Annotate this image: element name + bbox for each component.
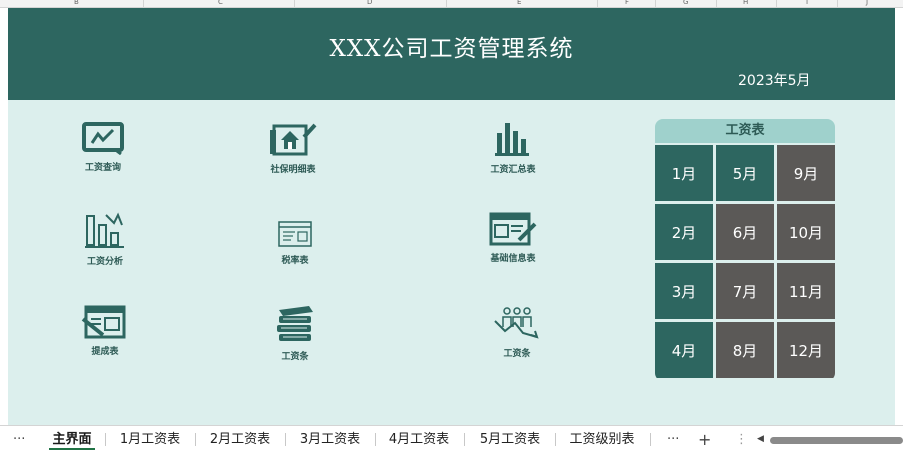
column-header-f[interactable]: F xyxy=(625,0,629,6)
house-document-icon xyxy=(270,123,317,156)
menu-salary-query[interactable]: 工资查询 xyxy=(43,121,163,173)
month-button-12[interactable]: 12月 xyxy=(777,322,835,378)
column-header-j[interactable]: J xyxy=(866,0,868,6)
menu-salary-summary[interactable]: 工资汇总表 xyxy=(453,121,573,175)
current-date: 2023年5月 xyxy=(738,73,811,89)
month-button-8[interactable]: 8月 xyxy=(716,322,774,378)
column-header-h[interactable]: H xyxy=(743,0,748,6)
menu-salary-slip-2-label: 工资条 xyxy=(503,349,531,359)
month-button-7[interactable]: 7月 xyxy=(716,263,774,319)
bar-chart-icon xyxy=(495,123,529,156)
tabs-more-right-button[interactable]: ··· xyxy=(667,426,679,452)
sheet-tab-bar: ··· 主界面 1月工资表 2月工资表 3月工资表 4月工资表 5月工资表 工资… xyxy=(0,425,903,452)
sheet-tab-apr[interactable]: 4月工资表 xyxy=(379,426,459,452)
browser-pen-icon xyxy=(81,305,126,339)
month-button-10[interactable]: 10月 xyxy=(777,204,835,260)
menu-commission[interactable]: 提成表 xyxy=(45,305,165,357)
tabs-more-left-button[interactable]: ··· xyxy=(13,426,25,452)
monitor-chart-icon xyxy=(82,122,124,155)
menu-tax-rate[interactable]: 税率表 xyxy=(235,220,355,266)
books-icon xyxy=(277,306,313,341)
sheet-tab-jan[interactable]: 1月工资表 xyxy=(110,426,190,452)
menu-social-security-label: 社保明细表 xyxy=(270,165,316,175)
month-button-5[interactable]: 5月 xyxy=(716,145,774,201)
window-edit-icon xyxy=(489,212,537,246)
team-growth-icon xyxy=(494,307,539,339)
menu-salary-analysis[interactable]: 工资分析 xyxy=(45,211,165,267)
menu-commission-label: 提成表 xyxy=(91,347,119,357)
salary-table-header: 工资表 xyxy=(655,119,835,143)
sheet-tab-may[interactable]: 5月工资表 xyxy=(470,426,550,452)
sheet-tab-main[interactable]: 主界面 xyxy=(41,426,103,452)
column-header-i[interactable]: I xyxy=(806,0,808,6)
month-button-3[interactable]: 3月 xyxy=(655,263,713,319)
menu-salary-slip-label: 工资条 xyxy=(281,352,309,362)
column-header-strip: B C D E F G H I J xyxy=(0,0,903,8)
dashboard-sheet: XXX公司工资管理系统 2023年5月 工资查询 社保明细表 工资汇总表 工资分… xyxy=(8,8,895,425)
header-banner: XXX公司工资管理系统 2023年5月 xyxy=(8,8,895,100)
column-header-e[interactable]: E xyxy=(517,0,521,6)
month-button-9[interactable]: 9月 xyxy=(777,145,835,201)
sheet-tab-mar[interactable]: 3月工资表 xyxy=(290,426,370,452)
spreadsheet-window: B C D E F G H I J XXX公司工资管理系统 2023年5月 工资… xyxy=(0,0,903,452)
column-header-b[interactable]: B xyxy=(74,0,79,6)
page-title: XXX公司工资管理系统 xyxy=(329,36,574,62)
month-button-4[interactable]: 4月 xyxy=(655,322,713,378)
menu-basic-info[interactable]: 基础信息表 xyxy=(453,212,573,264)
analysis-chart-icon xyxy=(85,212,124,248)
menu-salary-slip[interactable]: 工资条 xyxy=(235,304,355,362)
menu-salary-summary-label: 工资汇总表 xyxy=(490,165,536,175)
menu-salary-analysis-label: 工资分析 xyxy=(86,257,123,267)
scroll-left-icon[interactable]: ◀ xyxy=(757,426,764,452)
month-button-6[interactable]: 6月 xyxy=(716,204,774,260)
tab-splitter-handle[interactable]: ⋮ xyxy=(735,426,748,452)
browser-document-icon xyxy=(278,221,312,247)
month-button-1[interactable]: 1月 xyxy=(655,145,713,201)
column-header-d[interactable]: D xyxy=(367,0,372,6)
month-button-11[interactable]: 11月 xyxy=(777,263,835,319)
add-sheet-button[interactable]: + xyxy=(698,426,711,452)
menu-salary-query-label: 工资查询 xyxy=(84,163,121,173)
menu-salary-slip-2[interactable]: 工资条 xyxy=(457,305,577,359)
menu-tax-rate-label: 税率表 xyxy=(281,256,309,266)
sheet-tab-feb[interactable]: 2月工资表 xyxy=(200,426,280,452)
month-grid: 1月 5月 9月 2月 6月 10月 3月 7月 11月 4月 8月 12月 xyxy=(655,145,835,381)
month-button-2[interactable]: 2月 xyxy=(655,204,713,260)
sheet-tab-levels[interactable]: 工资级别表 xyxy=(560,426,644,452)
menu-basic-info-label: 基础信息表 xyxy=(490,254,536,264)
column-header-c[interactable]: C xyxy=(218,0,223,6)
salary-table-panel: 工资表 1月 5月 9月 2月 6月 10月 3月 7月 11月 4月 8月 1… xyxy=(655,119,835,381)
column-header-g[interactable]: G xyxy=(683,0,688,6)
menu-social-security[interactable]: 社保明细表 xyxy=(233,121,353,175)
horizontal-scrollbar[interactable] xyxy=(770,437,903,444)
